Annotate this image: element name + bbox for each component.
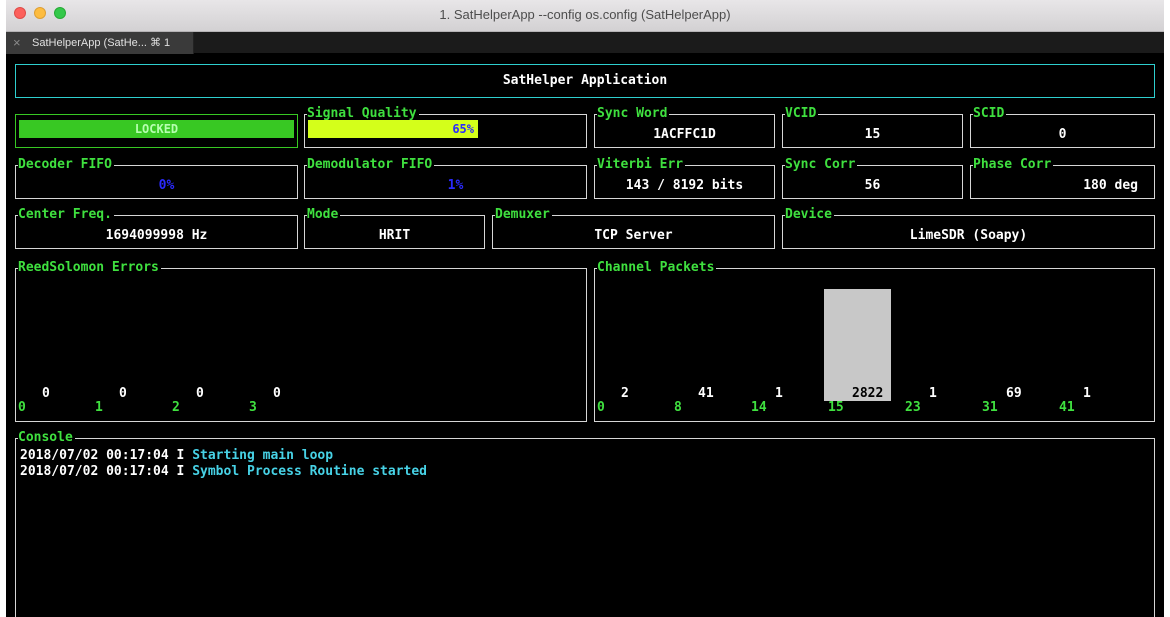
console-timestamp: 2018/07/02 00:17:04 bbox=[20, 448, 169, 463]
device-box: Device LimeSDR (Soapy) bbox=[782, 207, 1155, 249]
decoder-fifo-box: Decoder FIFO 0% bbox=[15, 157, 298, 199]
cp-value-31: 69 bbox=[1006, 386, 1022, 401]
vcid-label: VCID bbox=[785, 106, 819, 122]
vcid-box: VCID 15 bbox=[782, 106, 963, 148]
scid-label: SCID bbox=[973, 106, 1007, 122]
center-freq-box: Center Freq. 1694099998 Hz bbox=[15, 207, 298, 249]
demodulator-fifo-box: Demodulator FIFO 1% bbox=[304, 157, 587, 199]
rs-value-3: 0 bbox=[273, 386, 281, 401]
lock-status-box: LOCKED bbox=[15, 114, 298, 148]
demuxer-label: Demuxer bbox=[495, 207, 552, 223]
center-freq-value: 1694099998 Hz bbox=[105, 228, 208, 243]
demodulator-fifo-label: Demodulator FIFO bbox=[307, 157, 435, 173]
scid-value: 0 bbox=[1058, 127, 1067, 142]
sync-word-label: Sync Word bbox=[597, 106, 670, 122]
cp-category-15: 15 bbox=[828, 400, 844, 415]
close-tab-icon[interactable]: × bbox=[13, 32, 21, 54]
console-timestamp: 2018/07/02 00:17:04 bbox=[20, 464, 169, 479]
tab-bar: × SatHelperApp (SatHe... ⌘ 1 bbox=[6, 32, 1164, 54]
console-message: Symbol Process Routine started bbox=[192, 464, 428, 479]
sync-word-value: 1ACFFC1D bbox=[653, 127, 716, 142]
terminal-window: 1. SatHelperApp --config os.config (SatH… bbox=[6, 0, 1164, 617]
sync-corr-box: Sync Corr 56 bbox=[782, 157, 963, 199]
signal-quality-bar: 65% bbox=[308, 120, 478, 138]
mode-value: HRIT bbox=[378, 228, 411, 243]
decoder-fifo-label: Decoder FIFO bbox=[18, 157, 114, 173]
mode-box: Mode HRIT bbox=[304, 207, 485, 249]
decoder-fifo-value: 0% bbox=[158, 178, 175, 193]
console-level: I bbox=[176, 464, 185, 479]
rs-category-1: 1 bbox=[95, 400, 103, 415]
center-freq-label: Center Freq. bbox=[18, 207, 114, 223]
sync-corr-value: 56 bbox=[864, 178, 881, 193]
rs-value-2: 0 bbox=[196, 386, 204, 401]
viterbi-label: Viterbi Err bbox=[597, 157, 686, 173]
terminal-content: SatHelper Application LOCKED Signal Qual… bbox=[6, 55, 1164, 617]
phase-corr-box: Phase Corr 180 deg bbox=[970, 157, 1155, 199]
cp-value-0: 2 bbox=[621, 386, 629, 401]
scid-box: SCID 0 bbox=[970, 106, 1155, 148]
device-value: LimeSDR (Soapy) bbox=[909, 228, 1028, 243]
cp-bar-15 bbox=[824, 289, 891, 401]
cp-category-41: 41 bbox=[1059, 400, 1075, 415]
lock-status-bar: LOCKED bbox=[19, 120, 294, 138]
window-title: 1. SatHelperApp --config os.config (SatH… bbox=[439, 7, 731, 22]
rs-value-1: 0 bbox=[119, 386, 127, 401]
reedsolomon-errors-label: ReedSolomon Errors bbox=[18, 260, 161, 276]
console-line: 2018/07/02 00:17:04 I Starting main loop bbox=[20, 448, 333, 464]
mode-label: Mode bbox=[307, 207, 341, 223]
tab-sathelper[interactable]: × SatHelperApp (SatHe... ⌘ 1 bbox=[6, 32, 194, 54]
console-line: 2018/07/02 00:17:04 I Symbol Process Rou… bbox=[20, 464, 427, 480]
cp-category-8: 8 bbox=[674, 400, 682, 415]
cp-value-14: 1 bbox=[775, 386, 783, 401]
rs-category-2: 2 bbox=[172, 400, 180, 415]
tab-label: SatHelperApp (SatHe... ⌘ 1 bbox=[32, 37, 171, 49]
title-bar[interactable]: 1. SatHelperApp --config os.config (SatH… bbox=[6, 0, 1164, 32]
console-panel[interactable]: Console 2018/07/02 00:17:04 I Starting m… bbox=[15, 430, 1155, 617]
phase-corr-label: Phase Corr bbox=[973, 157, 1054, 173]
signal-quality-box: Signal Quality 65% bbox=[304, 106, 587, 148]
cp-category-31: 31 bbox=[982, 400, 998, 415]
lock-status-text: LOCKED bbox=[134, 122, 179, 136]
cp-category-14: 14 bbox=[751, 400, 767, 415]
console-message: Starting main loop bbox=[192, 448, 334, 463]
viterbi-box: Viterbi Err 143 / 8192 bits bbox=[594, 157, 775, 199]
cp-value-41: 1 bbox=[1083, 386, 1091, 401]
sync-corr-label: Sync Corr bbox=[785, 157, 858, 173]
demodulator-fifo-value: 1% bbox=[447, 178, 464, 193]
phase-corr-value: 180 deg bbox=[1083, 178, 1138, 193]
cp-value-23: 1 bbox=[929, 386, 937, 401]
demuxer-box: Demuxer TCP Server bbox=[492, 207, 775, 249]
cp-category-0: 0 bbox=[597, 400, 605, 415]
cp-value-8: 41 bbox=[698, 386, 714, 401]
rs-category-3: 3 bbox=[249, 400, 257, 415]
device-label: Device bbox=[785, 207, 834, 223]
sync-word-box: Sync Word 1ACFFC1D bbox=[594, 106, 775, 148]
app-title: SatHelper Application bbox=[502, 73, 668, 88]
console-label: Console bbox=[18, 430, 75, 446]
demuxer-value: TCP Server bbox=[594, 228, 673, 243]
cp-category-23: 23 bbox=[905, 400, 921, 415]
reedsolomon-errors-chart: ReedSolomon Errors 0 0 0 1 0 2 0 3 bbox=[15, 260, 587, 422]
viterbi-value: 143 / 8192 bits bbox=[625, 178, 744, 193]
app-header: SatHelper Application bbox=[15, 64, 1155, 98]
channel-packets-chart: Channel Packets 2 0 41 8 1 14 2822 15 1 23 69 31 1 41 bbox=[594, 260, 1155, 422]
rs-value-0: 0 bbox=[42, 386, 50, 401]
channel-packets-label: Channel Packets bbox=[597, 260, 717, 276]
vcid-value: 15 bbox=[864, 127, 881, 142]
signal-quality-value: 65% bbox=[452, 122, 474, 136]
rs-category-0: 0 bbox=[18, 400, 26, 415]
cp-value-15: 2822 bbox=[852, 386, 884, 401]
console-level: I bbox=[176, 448, 185, 463]
